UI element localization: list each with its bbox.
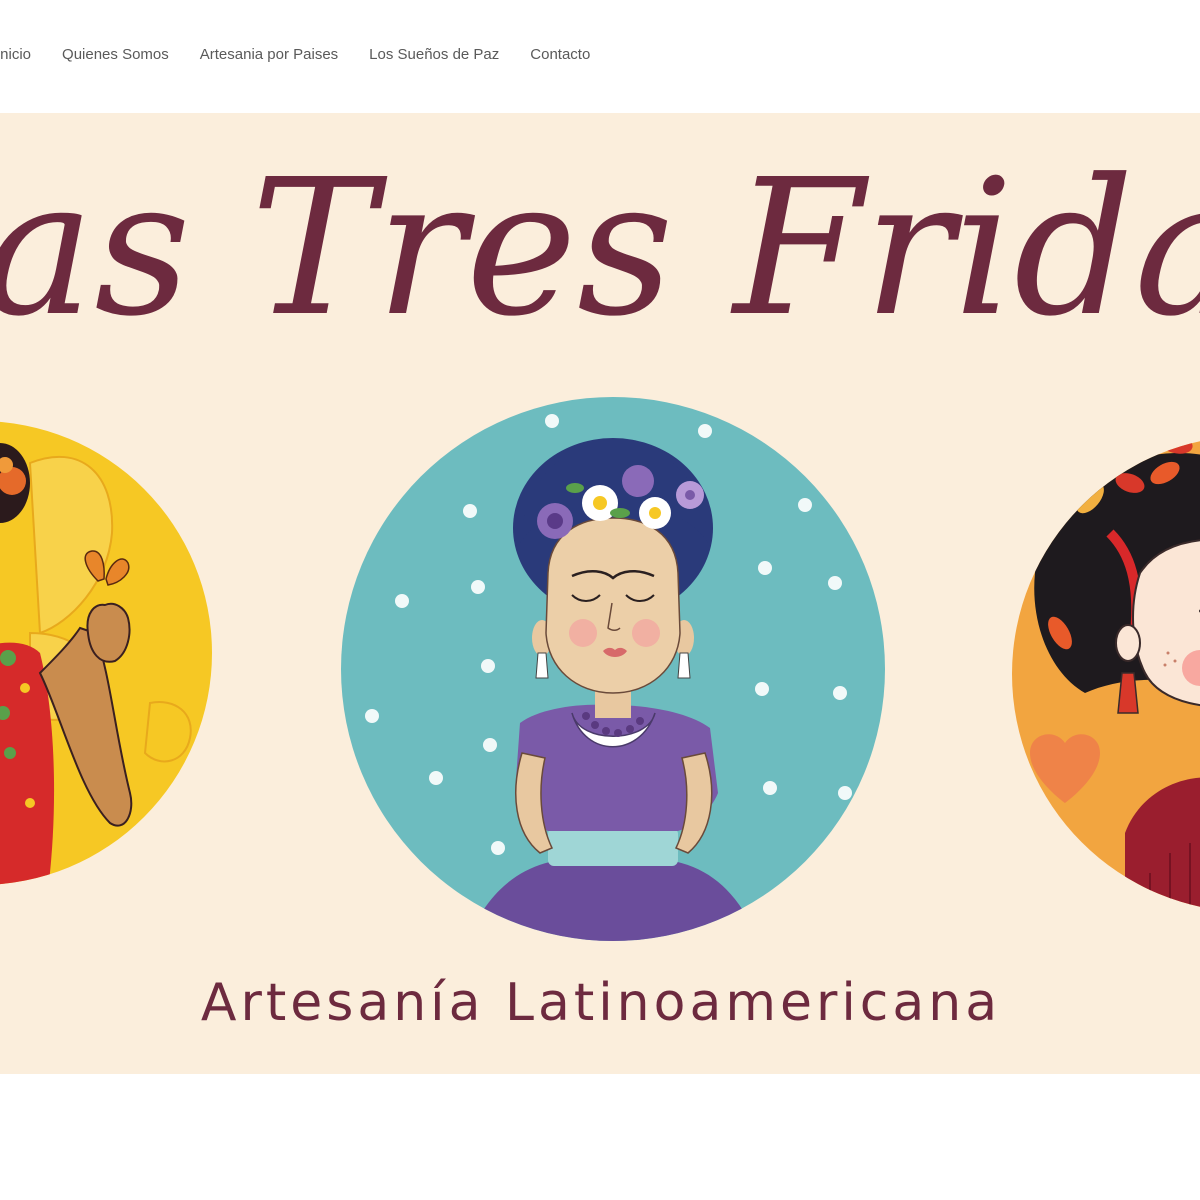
nav-item-los-suenos-de-paz[interactable]: Los Sueños de Paz <box>369 44 499 66</box>
right-frida-illustration <box>1012 436 1200 912</box>
nav-item-artesania-por-paises[interactable]: Artesania por Paises <box>200 44 338 66</box>
top-navigation: Inicio Quienes Somos Artesania por Paise… <box>0 0 1200 112</box>
hero-title: Las Tres Fridas <box>0 139 1200 358</box>
hero-subtitle: Artesanía Latinoamericana <box>0 973 1200 1033</box>
nav-menu: Inicio Quienes Somos Artesania por Paise… <box>0 44 621 66</box>
nav-item-quienes-somos[interactable]: Quienes Somos <box>62 44 169 66</box>
page: Inicio Quienes Somos Artesania por Paise… <box>0 0 1200 1200</box>
hero-title-graphic: Las Tres Fridas <box>0 139 1200 358</box>
center-frida-illustration <box>341 397 885 941</box>
content-area <box>0 1074 1200 1200</box>
hero-banner: Las Tres Fridas Artesanía Latinoamerican… <box>0 113 1200 1074</box>
nav-item-inicio[interactable]: Inicio <box>0 44 31 66</box>
hero-subtitle-text: Artesanía Latinoamericana <box>200 973 1002 1033</box>
left-frida-illustration <box>0 421 212 885</box>
nav-item-contacto[interactable]: Contacto <box>530 44 590 66</box>
